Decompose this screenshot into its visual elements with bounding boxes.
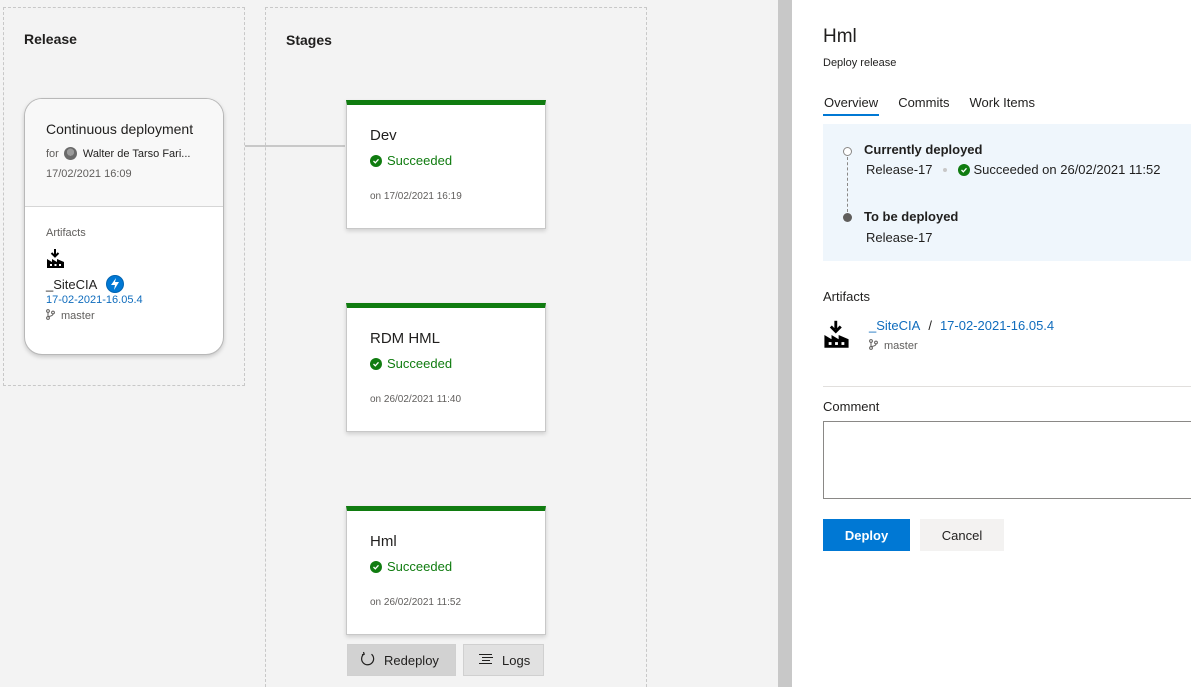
timeline-line xyxy=(847,157,848,212)
logs-label: Logs xyxy=(502,652,531,668)
stage-name: Dev xyxy=(370,127,397,144)
currently-deployed-release[interactable]: Release-17 xyxy=(866,162,933,177)
stage-status: Succeeded xyxy=(387,356,453,371)
release-author: Walter de Tarso Fari... xyxy=(82,147,191,160)
pipeline-canvas: Release Continuous deployment for Walter… xyxy=(0,0,778,687)
target-timeline-dot xyxy=(843,213,852,222)
artifacts-heading: Artifacts xyxy=(823,289,870,304)
artifact-name-link[interactable]: _SiteCIA xyxy=(869,318,920,333)
stage-status: Succeeded xyxy=(387,559,453,574)
deploy-release-panel: Hml Deploy release Overview Commits Work… xyxy=(792,0,1191,687)
comment-input[interactable] xyxy=(823,421,1191,499)
artifacts-label: Artifacts xyxy=(46,227,86,239)
stage-name: RDM HML xyxy=(370,330,440,347)
panel-tabs: Overview Commits Work Items xyxy=(823,95,1054,116)
success-check-icon xyxy=(957,163,970,176)
to-be-deployed-label: To be deployed xyxy=(864,209,959,224)
avatar xyxy=(63,147,77,160)
artifact-name: _SiteCIA xyxy=(46,276,98,292)
stage-card-dev[interactable]: Dev Succeeded on 17/02/2021 16:19 xyxy=(346,100,546,229)
panel-subtitle: Deploy release xyxy=(823,57,897,69)
to-be-deployed-release: Release-17 xyxy=(866,230,933,245)
stage-card-rdm-hml[interactable]: RDM HML Succeeded on 26/02/2021 11:40 xyxy=(346,303,546,432)
currently-deployed-label: Currently deployed xyxy=(864,142,983,157)
logs-button[interactable]: Logs xyxy=(463,644,544,676)
tab-commits[interactable]: Commits xyxy=(897,95,950,116)
success-check-icon xyxy=(370,560,382,573)
branch-name: master xyxy=(884,340,918,352)
stage-status: Succeeded xyxy=(387,153,453,168)
build-artifact-icon xyxy=(46,249,65,272)
divider xyxy=(823,386,1191,387)
branch-name: master xyxy=(61,310,95,322)
release-card[interactable]: Continuous deployment for Walter de Tars… xyxy=(24,98,224,355)
redeploy-button[interactable]: Redeploy xyxy=(347,644,456,676)
tab-work-items[interactable]: Work Items xyxy=(968,95,1036,116)
release-section-title: Release xyxy=(24,31,77,47)
current-timeline-dot xyxy=(843,147,852,156)
comment-label: Comment xyxy=(823,399,880,414)
logs-icon xyxy=(478,653,494,668)
branch-icon xyxy=(46,309,55,323)
stages-section-title: Stages xyxy=(286,32,332,48)
release-trigger: Continuous deployment xyxy=(46,121,194,137)
deployment-timeline: Currently deployed Release-17 Succeeded … xyxy=(823,124,1191,261)
tab-overview[interactable]: Overview xyxy=(823,95,880,116)
artifact-separator: / xyxy=(928,318,932,333)
deploy-button[interactable]: Deploy xyxy=(823,519,910,551)
artifact-version-link[interactable]: 17-02-2021-16.05.4 xyxy=(46,294,223,306)
panel-splitter[interactable] xyxy=(778,0,792,687)
stage-card-hml[interactable]: Hml Succeeded on 26/02/2021 11:52 xyxy=(346,506,546,635)
stage-date: on 26/02/2021 11:52 xyxy=(370,597,462,608)
cancel-button[interactable]: Cancel xyxy=(920,519,1004,551)
currently-deployed-status: Succeeded on 26/02/2021 11:52 xyxy=(973,162,1161,177)
artifact-version-link[interactable]: 17-02-2021-16.05.4 xyxy=(940,318,1054,333)
for-label: for xyxy=(46,147,59,160)
stage-name: Hml xyxy=(370,533,397,550)
redeploy-label: Redeploy xyxy=(384,652,439,668)
release-date: 17/02/2021 16:09 xyxy=(46,168,132,180)
success-check-icon xyxy=(370,357,382,370)
continuous-deployment-trigger-icon[interactable] xyxy=(106,275,125,293)
branch-icon xyxy=(869,339,878,353)
build-artifact-icon xyxy=(823,320,850,353)
separator-dot xyxy=(942,167,947,172)
redeploy-icon xyxy=(360,651,376,670)
stage-actions: Redeploy Logs xyxy=(347,644,544,676)
success-check-icon xyxy=(370,154,382,167)
stage-date: on 17/02/2021 16:19 xyxy=(370,191,462,202)
panel-title: Hml xyxy=(823,26,857,47)
stage-date: on 26/02/2021 11:40 xyxy=(370,394,462,405)
